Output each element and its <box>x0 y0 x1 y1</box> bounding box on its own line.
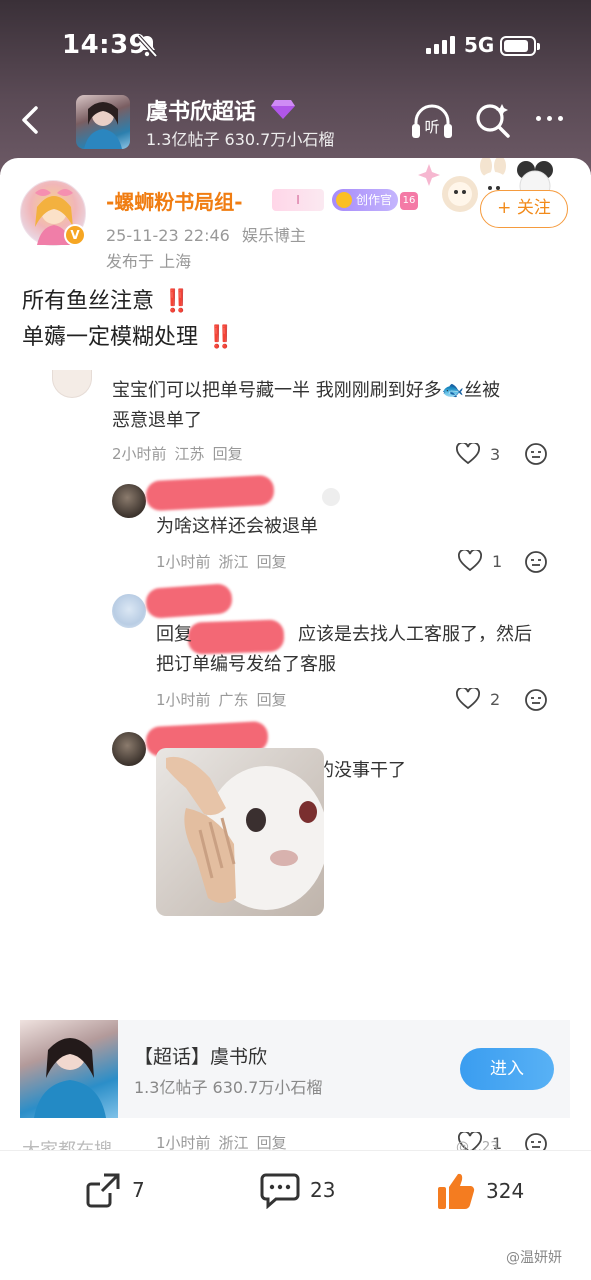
comment-text: 为啥这样还会被退单 <box>156 516 318 537</box>
dislike-face-icon <box>525 443 547 465</box>
post-card: V -螺蛳粉书局组- I 创作官 16 + 关注 25-11-23 22:46 娱… <box>0 158 591 1280</box>
embedded-screenshot[interactable]: 宝宝们可以把单号藏一半 我刚刚刷到好多🐟丝被 恶意退单了 2小时前 江苏 回复 3 … <box>0 366 591 1155</box>
avatar <box>112 484 146 518</box>
search-icon[interactable] <box>474 102 512 140</box>
post-line-1: 所有鱼丝注意 <box>22 289 155 314</box>
comment-like: 1 <box>458 550 502 572</box>
listen-button[interactable]: 听 <box>410 102 454 146</box>
comment-meta: 1小时前 广东 回复 <box>156 691 287 709</box>
status-bar: 14:39 5G <box>0 0 591 90</box>
heart-icon <box>458 550 482 572</box>
topic-header: 虞书欣超话 1.3亿帖子 630.7万小石榴 听 <box>0 88 591 158</box>
post-location: 发布于 上海 <box>106 252 192 271</box>
topic-title: 虞书欣超话 <box>146 100 257 125</box>
weibo-watermark: @温妍妍 <box>506 1250 562 1266</box>
comment-like: 3 <box>456 443 500 465</box>
diamond-icon <box>271 100 295 119</box>
redaction-mark <box>145 583 233 619</box>
back-icon[interactable] <box>14 100 48 140</box>
trending-searches-label: 大家都在搜 <box>22 1136 112 1150</box>
super-topic-card[interactable]: 【超话】虞书欣 1.3亿帖子 630.7万小石榴 进入 <box>20 1020 570 1118</box>
verified-badge-icon: V <box>64 224 86 246</box>
fan-badge: I <box>272 189 324 211</box>
avatar <box>52 370 92 398</box>
emphasis-icon: ‼️ <box>207 325 234 350</box>
post-meta: 25-11-23 22:46 娱乐博主 <box>106 222 306 246</box>
thumbs-up-icon <box>438 1173 475 1210</box>
comment-button[interactable]: 23 <box>260 1171 335 1209</box>
listen-label: 听 <box>424 118 439 136</box>
topic-card-title: 【超话】虞书欣 <box>134 1046 268 1068</box>
like-count: 1 <box>492 551 503 571</box>
like-button[interactable]: 324 <box>436 1171 524 1211</box>
dislike-face-icon <box>525 689 547 711</box>
level-badge: 16 <box>400 192 418 210</box>
post-line-2: 单薅一定模糊处理 <box>22 325 199 350</box>
follow-button[interactable]: + 关注 <box>480 190 568 228</box>
comment-like: 2 <box>456 688 500 710</box>
heart-icon <box>456 443 480 465</box>
comment-count: 23 <box>310 1178 336 1202</box>
avatar <box>112 594 146 628</box>
comment-meta: 1小时前 浙江 回复 <box>156 553 287 571</box>
author-name[interactable]: -螺蛳粉书局组- <box>106 186 243 215</box>
share-icon <box>86 1173 120 1208</box>
topic-cover-image <box>20 1020 118 1118</box>
signal-icon <box>426 36 455 54</box>
share-button[interactable]: 7 <box>84 1171 145 1209</box>
like-count: 3 <box>490 444 501 464</box>
creator-badge: 创作官 <box>332 189 399 211</box>
enter-button[interactable]: 进入 <box>460 1048 554 1090</box>
post-source: 娱乐博主 <box>241 226 306 245</box>
avatar <box>112 732 146 766</box>
comment-icon <box>260 1173 300 1209</box>
network-label: 5G <box>464 33 495 57</box>
comment-text: 宝宝们可以把单号藏一半 我刚刚刷到好多🐟丝被 恶意退单了 <box>112 380 501 431</box>
battery-icon <box>500 36 540 56</box>
ghost-icon <box>322 488 340 506</box>
bottom-action-bar: 7 23 324 @温妍妍 <box>0 1150 591 1280</box>
like-count: 324 <box>486 1179 525 1203</box>
like-count: 2 <box>490 689 501 709</box>
topic-stats: 1.3亿帖子 630.7万小石榴 <box>146 130 335 149</box>
comment-meta: 2小时前 江苏 回复 <box>112 445 243 463</box>
topic-card-stats: 1.3亿帖子 630.7万小石榴 <box>134 1078 323 1097</box>
heart-icon <box>456 688 480 710</box>
comment-text: 回复 应该是去找人工客服了，然后 把订单编号发给了客服 <box>156 624 532 675</box>
dislike-face-icon <box>525 551 547 573</box>
post-datetime: 25-11-23 22:46 <box>106 226 230 245</box>
emphasis-icon: ‼️ <box>163 289 190 314</box>
topic-avatar[interactable] <box>76 95 130 149</box>
share-count: 7 <box>132 1178 145 1202</box>
redaction-mark <box>145 474 275 512</box>
post-body: 所有鱼丝注意 ‼️ 单薅一定模糊处理 ‼️ <box>22 284 234 356</box>
cat-meme-image[interactable] <box>156 748 324 916</box>
bell-muted-icon <box>136 34 158 58</box>
more-options-icon[interactable] <box>536 116 563 121</box>
status-time: 14:39 <box>62 30 148 60</box>
